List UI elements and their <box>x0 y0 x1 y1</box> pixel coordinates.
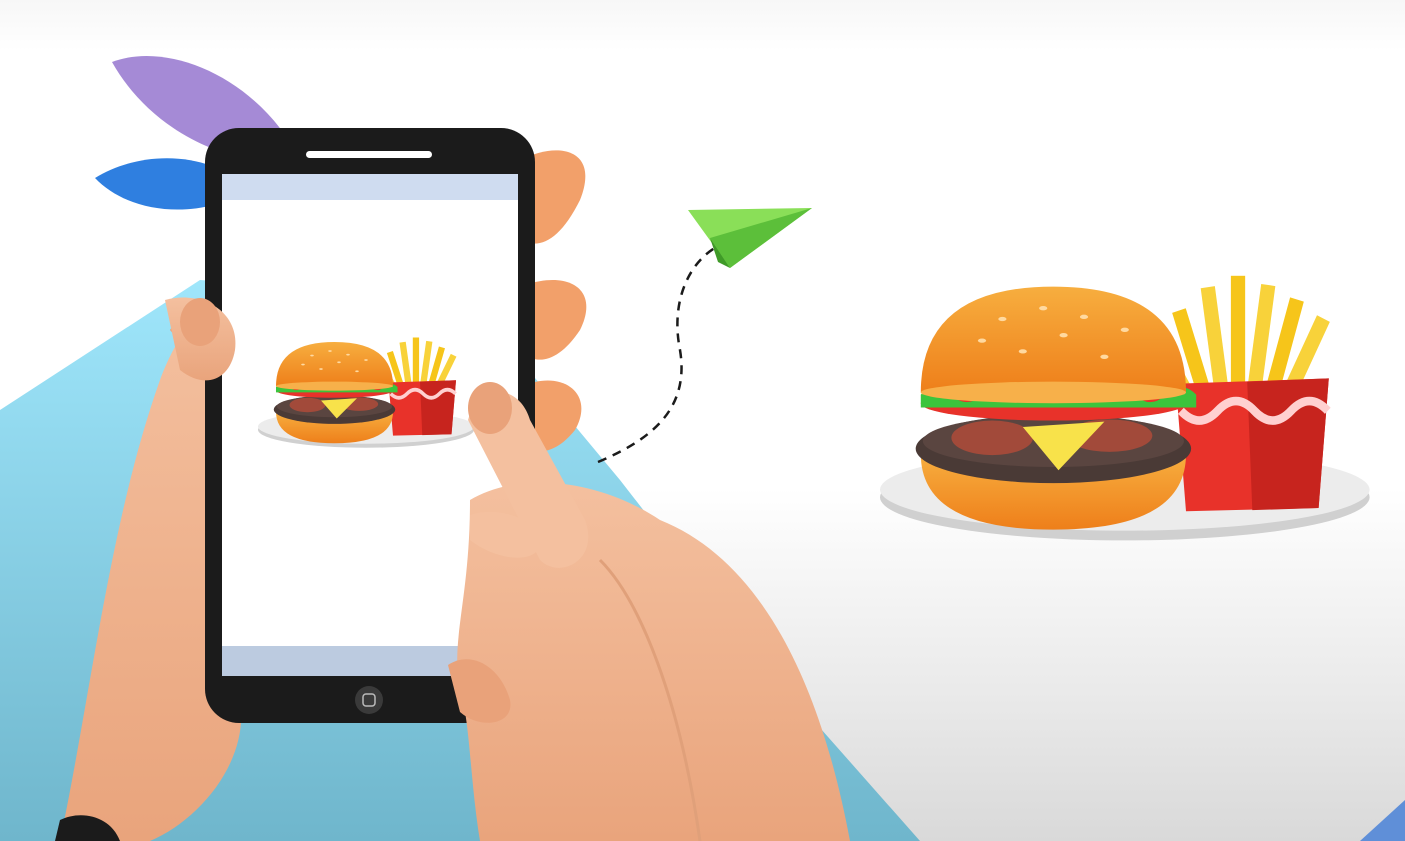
screen-top-bar <box>222 174 518 200</box>
home-button-icon[interactable] <box>355 686 383 714</box>
right-hand <box>448 382 850 841</box>
illustration-canvas <box>0 56 1405 841</box>
paper-plane-icon <box>688 208 812 268</box>
screen-burger-image <box>256 335 476 450</box>
corner-shape <box>1360 800 1405 841</box>
flight-path <box>597 243 721 464</box>
burger-and-fries-image <box>880 276 1370 541</box>
